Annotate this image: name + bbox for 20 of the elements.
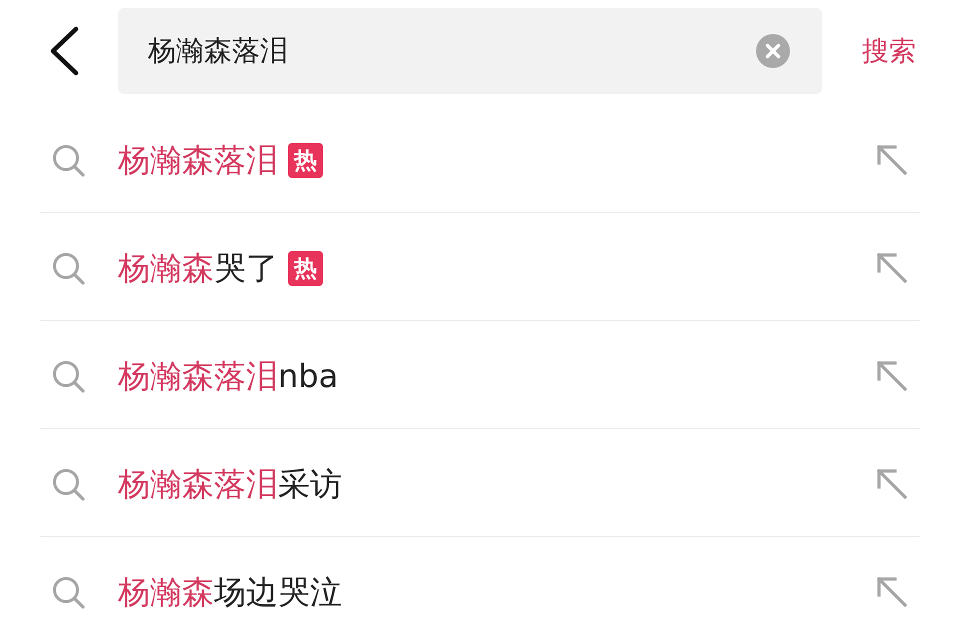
suggestion-text[interactable]: 杨瀚森落泪 <box>118 140 278 180</box>
arrow-up-left-icon[interactable] <box>876 144 908 176</box>
suggestion-text[interactable]: 杨瀚森落泪nba <box>118 356 338 396</box>
suggestion-text[interactable]: 杨瀚森场边哭泣 <box>118 572 342 612</box>
search-icon <box>52 360 85 392</box>
clear-icon[interactable] <box>756 34 790 68</box>
hot-badge: 热 <box>288 142 323 178</box>
search-icon <box>52 576 85 608</box>
search-field[interactable]: 杨瀚森落泪 <box>118 8 822 94</box>
hot-badge: 热 <box>288 250 323 286</box>
suggestion-text[interactable]: 杨瀚森哭了 <box>118 248 278 288</box>
search-icon <box>52 252 85 284</box>
arrow-up-left-icon[interactable] <box>876 252 908 284</box>
arrow-up-left-icon[interactable] <box>876 576 908 608</box>
search-icon <box>52 144 85 176</box>
arrow-up-left-icon[interactable] <box>876 360 908 392</box>
search-button[interactable]: 搜索 <box>862 33 916 69</box>
arrow-up-left-icon[interactable] <box>876 468 908 500</box>
search-icon <box>52 468 85 500</box>
suggestion-text[interactable]: 杨瀚森落泪采访 <box>118 464 342 504</box>
